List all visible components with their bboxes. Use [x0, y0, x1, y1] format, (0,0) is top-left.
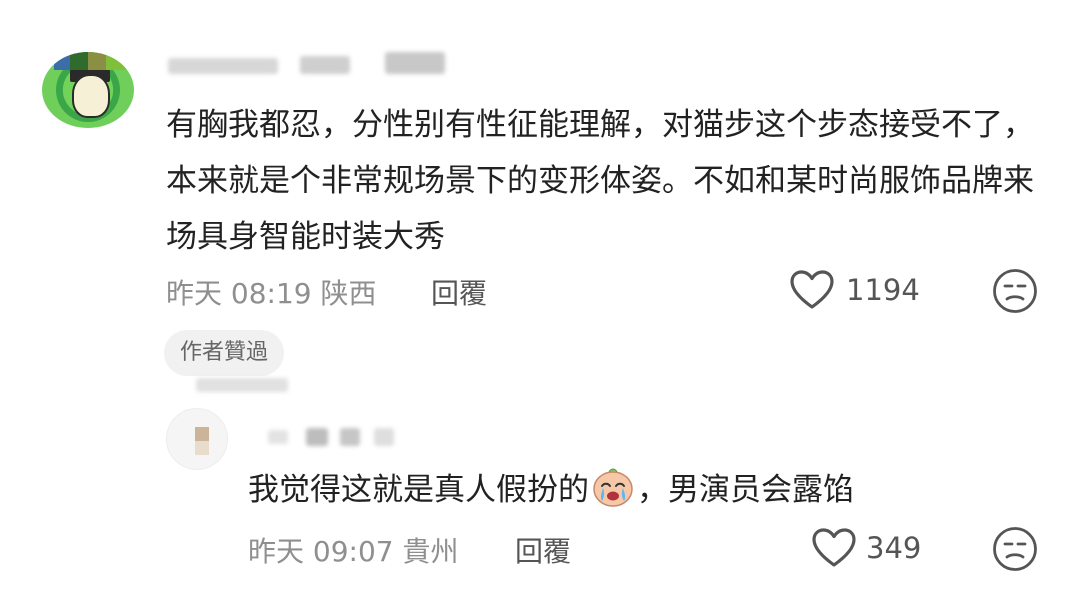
- reply-username-redacted: [340, 428, 360, 446]
- reply-username-redacted: [306, 428, 328, 446]
- username-redacted: [300, 56, 350, 74]
- unamused-face-icon: [993, 527, 1037, 571]
- username-redacted: [385, 52, 445, 74]
- reply-username-redacted: [268, 430, 288, 444]
- dislike-button[interactable]: [992, 268, 1038, 318]
- unamused-face-icon: [993, 269, 1037, 313]
- comment-time: 昨天 08:19: [166, 277, 312, 310]
- like-button[interactable]: [790, 270, 834, 314]
- crying-face-emoji: [593, 468, 633, 507]
- comment-meta: 昨天 08:19 陕西: [166, 272, 377, 312]
- reply-time: 昨天 09:07: [248, 535, 394, 568]
- comment-text: 有胸我都忍，分性别有性征能理解，对猫步这个步态接受不了，本来就是个非常规场景下的…: [166, 107, 1034, 255]
- commenter-avatar[interactable]: [42, 52, 134, 128]
- reply-button[interactable]: 回覆: [431, 272, 487, 312]
- reply-location: 貴州: [402, 535, 459, 568]
- reply-username-redacted: [374, 428, 394, 446]
- reply-reply-button[interactable]: 回覆: [515, 530, 571, 570]
- reply-text: 我觉得这就是真人假扮的 ，男演员会露馅: [248, 466, 854, 512]
- reply-text-after: ，男演员会露馅: [637, 472, 854, 508]
- reply-avatar[interactable]: [166, 408, 228, 470]
- redacted-region: [196, 378, 288, 392]
- username-redacted: [168, 58, 278, 74]
- reply-text-before: 我觉得这就是真人假扮的: [248, 472, 589, 508]
- heart-outline-icon: [812, 528, 856, 567]
- reply-meta: 昨天 09:07 貴州: [248, 530, 459, 570]
- reply-like-count: 349: [866, 531, 922, 565]
- author-liked-badge: 作者贊過: [164, 330, 285, 376]
- comment-location: 陕西: [320, 277, 377, 310]
- reply-dislike-button[interactable]: [992, 526, 1038, 576]
- reply-like-button[interactable]: [812, 528, 856, 572]
- like-count: 1194: [846, 273, 920, 307]
- heart-outline-icon: [790, 270, 834, 309]
